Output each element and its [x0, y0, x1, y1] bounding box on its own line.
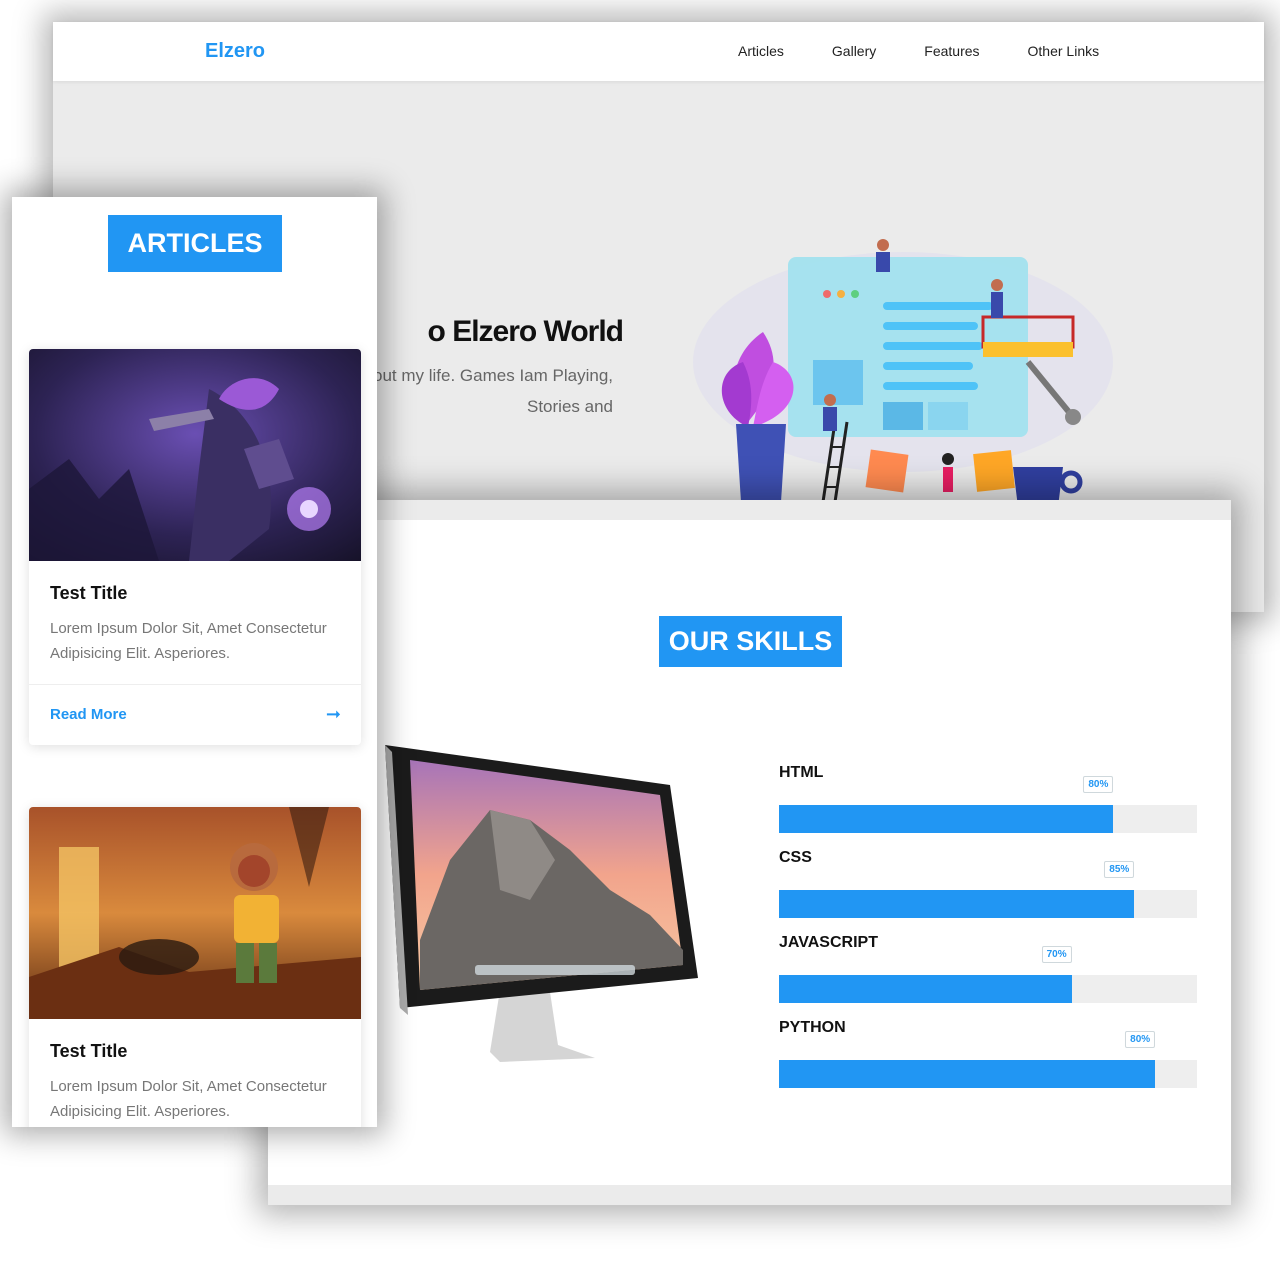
arrow-right-icon[interactable]: ➞	[326, 704, 341, 725]
nav-link-features[interactable]: Features	[924, 43, 979, 59]
progress-track	[779, 890, 1197, 918]
progress-fill	[779, 975, 1072, 1003]
progress-fill	[779, 1060, 1156, 1088]
skill-item: PYTHON 80%	[779, 1019, 1197, 1104]
card-title: Test Title	[50, 1041, 128, 1061]
skills-panel: OUR SKILLS HTML 80% CSS 85% JAVASCRIPT 7…	[268, 500, 1231, 1205]
skill-item: CSS 85%	[779, 849, 1197, 934]
skill-name: PYTHON	[779, 1019, 846, 1036]
article-card[interactable]: Test Title Lorem Ipsum Dolor Sit, Amet C…	[29, 807, 361, 1127]
skill-item: HTML 80%	[779, 764, 1197, 849]
progress-fill	[779, 890, 1135, 918]
nav-links: Articles Gallery Features Other Links	[738, 43, 1099, 59]
card-text: Lorem Ipsum Dolor Sit, Amet Consectetur …	[50, 1078, 327, 1120]
card-text: Lorem Ipsum Dolor Sit, Amet Consectetur …	[50, 620, 327, 662]
card-body: Test Title Lorem Ipsum Dolor Sit, Amet C…	[29, 561, 361, 684]
skill-item: JAVASCRIPT 70%	[779, 934, 1197, 1019]
skill-percent-badge: 80%	[1083, 776, 1114, 793]
monitor-image	[385, 745, 698, 1062]
card-footer: Read More ➞	[29, 684, 361, 745]
article-card[interactable]: Test Title Lorem Ipsum Dolor Sit, Amet C…	[29, 349, 361, 745]
articles-panel: ARTICLES Test Title Lorem Ipsum Dolor Si…	[12, 197, 377, 1127]
progress-track	[779, 1060, 1197, 1088]
progress-fill	[779, 805, 1114, 833]
nav-link-other-links[interactable]: Other Links	[1028, 43, 1100, 59]
skill-percent-badge: 85%	[1104, 861, 1135, 878]
top-navbar: Elzero Articles Gallery Features Other L…	[53, 22, 1264, 81]
section-divider	[268, 500, 1231, 520]
skill-name: CSS	[779, 849, 812, 866]
progress-track	[779, 805, 1197, 833]
skill-percent-badge: 80%	[1125, 1031, 1156, 1048]
skills-list: HTML 80% CSS 85% JAVASCRIPT 70% PYTHON 8…	[779, 764, 1197, 1104]
articles-heading: ARTICLES	[108, 215, 282, 272]
skill-name: JAVASCRIPT	[779, 934, 878, 951]
article-image	[29, 807, 361, 1019]
skill-percent-badge: 70%	[1041, 946, 1072, 963]
skill-name: HTML	[779, 764, 824, 781]
progress-track	[779, 975, 1197, 1003]
nav-link-articles[interactable]: Articles	[738, 43, 784, 59]
read-more-link[interactable]: Read More	[50, 706, 127, 723]
article-image	[29, 349, 361, 561]
card-body: Test Title Lorem Ipsum Dolor Sit, Amet C…	[29, 1019, 361, 1127]
logo[interactable]: Elzero	[205, 40, 265, 63]
hero-illustration	[693, 239, 1113, 502]
skills-heading: OUR SKILLS	[659, 616, 842, 667]
card-title: Test Title	[50, 583, 128, 603]
nav-link-gallery[interactable]: Gallery	[832, 43, 876, 59]
section-divider	[268, 1185, 1231, 1205]
